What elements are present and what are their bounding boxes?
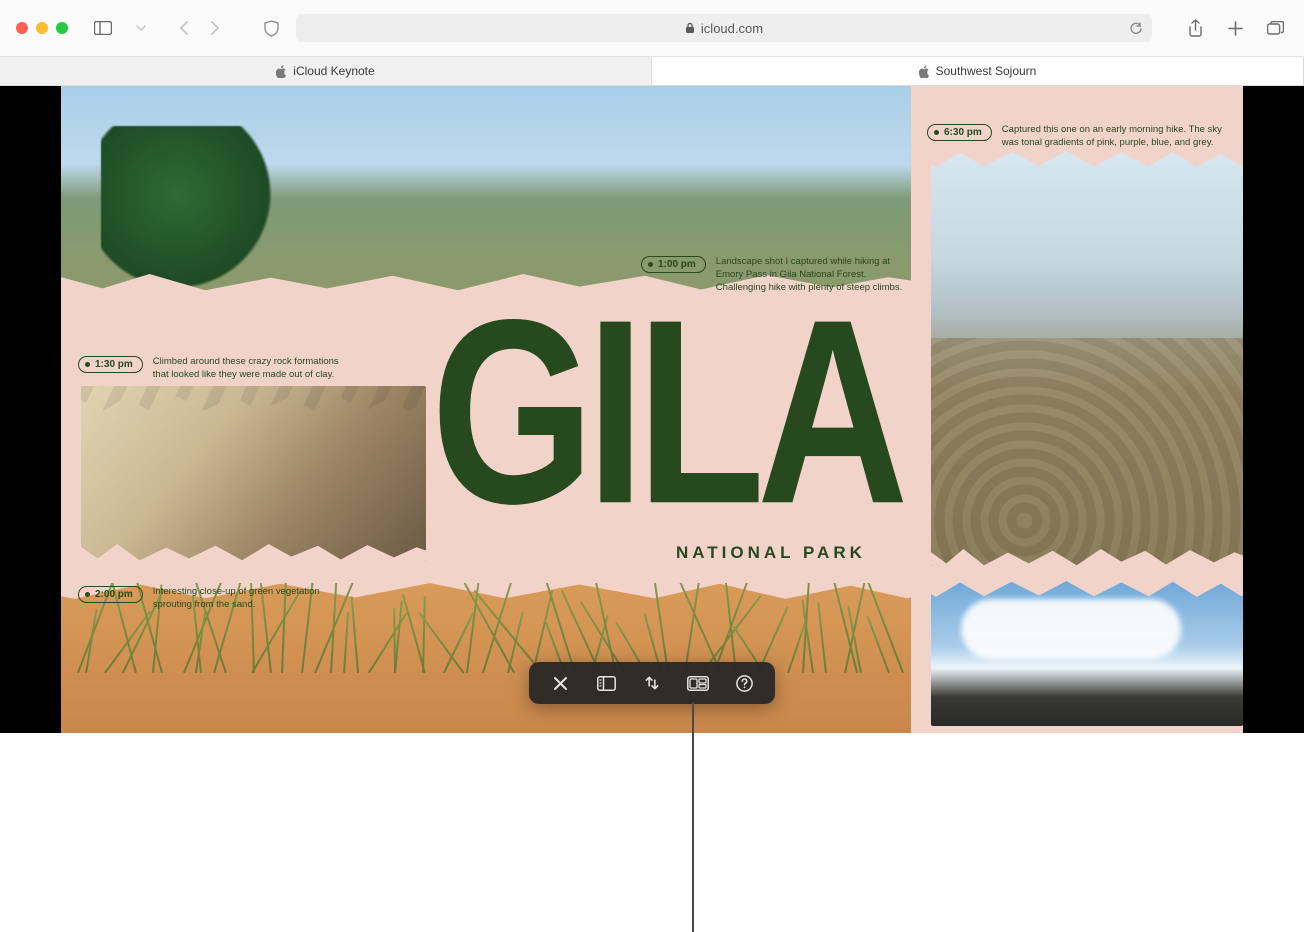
traffic-lights: [16, 22, 68, 34]
photo-hills-dusk: [931, 151, 1243, 566]
presentation-viewport: GILA NATIONAL PARK 1:00 pm Landscape sho…: [0, 86, 1304, 733]
back-button[interactable]: [170, 15, 196, 41]
note-1pm: 1:00 pm Landscape shot I captured while …: [641, 256, 916, 294]
share-button[interactable]: [1182, 15, 1208, 41]
help-icon: [736, 675, 753, 692]
zoom-window-button[interactable]: [56, 22, 68, 34]
keynote-live-icon: [687, 676, 709, 691]
minimize-window-button[interactable]: [36, 22, 48, 34]
note-130pm: 1:30 pm Climbed around these crazy rock …: [78, 356, 353, 382]
apple-logo-icon: [276, 65, 287, 78]
slideshow-toolbar: [529, 662, 775, 704]
tab-bar: iCloud Keynote Southwest Sojourn: [0, 56, 1304, 86]
tab-overview-icon: [1267, 21, 1284, 35]
slide-navigator-button[interactable]: [595, 672, 617, 694]
help-button[interactable]: [733, 672, 755, 694]
tab-label: Southwest Sojourn: [936, 64, 1037, 78]
slide-canvas[interactable]: GILA NATIONAL PARK 1:00 pm Landscape sho…: [61, 86, 1243, 733]
note-caption: Captured this one on an early morning hi…: [1002, 124, 1232, 150]
time-pill: 2:00 pm: [78, 586, 143, 603]
reload-button[interactable]: [1129, 21, 1142, 35]
sidebar-icon: [94, 21, 112, 35]
tab-southwest-sojourn[interactable]: Southwest Sojourn: [652, 57, 1304, 85]
note-caption: Interesting close-up of green vegetation…: [153, 586, 353, 612]
lock-icon: [685, 22, 695, 34]
photo-sky-hill: [931, 581, 1243, 726]
reload-icon: [1129, 21, 1142, 35]
time-pill: 6:30 pm: [927, 124, 992, 141]
tab-overview-button[interactable]: [1262, 15, 1288, 41]
privacy-report-button[interactable]: [258, 20, 284, 37]
url-text: icloud.com: [701, 21, 763, 36]
keynote-live-layouts-button[interactable]: [687, 672, 709, 694]
apple-logo-icon: [919, 65, 930, 78]
forward-button[interactable]: [202, 15, 228, 41]
fullscreen-button[interactable]: [641, 672, 663, 694]
note-2pm: 2:00 pm Interesting close-up of green ve…: [78, 586, 353, 612]
fullscreen-icon: [644, 675, 660, 691]
slide-title: GILA: [431, 301, 941, 524]
window-titlebar: icloud.com: [0, 0, 1304, 56]
sidebar-menu-chevron[interactable]: [128, 15, 154, 41]
plus-icon: [1228, 21, 1243, 36]
tab-label: iCloud Keynote: [293, 64, 374, 78]
note-caption: Climbed around these crazy rock formatio…: [153, 356, 353, 382]
callout-pointer-line: [692, 702, 694, 932]
chevron-left-icon: [179, 21, 188, 35]
slide-navigator-icon: [597, 676, 616, 691]
tab-icloud-keynote[interactable]: iCloud Keynote: [0, 57, 652, 85]
note-caption: Landscape shot I captured while hiking a…: [716, 256, 916, 294]
navigation-buttons: [170, 15, 228, 41]
close-icon: [553, 676, 568, 691]
sidebar-toggle-button[interactable]: [90, 15, 116, 41]
chevron-right-icon: [211, 21, 220, 35]
time-pill: 1:00 pm: [641, 256, 706, 273]
address-bar[interactable]: icloud.com: [296, 14, 1152, 42]
new-tab-button[interactable]: [1222, 15, 1248, 41]
time-pill: 1:30 pm: [78, 356, 143, 373]
toolbar-right: [1182, 15, 1288, 41]
slide-subtitle: NATIONAL PARK: [676, 543, 866, 563]
privacy-shield-icon: [264, 20, 279, 37]
share-icon: [1188, 19, 1203, 37]
exit-slideshow-button[interactable]: [549, 672, 571, 694]
close-window-button[interactable]: [16, 22, 28, 34]
note-630pm: 6:30 pm Captured this one on an early mo…: [927, 124, 1232, 150]
chevron-down-icon: [136, 25, 146, 31]
photo-rock-formations: [81, 386, 426, 561]
